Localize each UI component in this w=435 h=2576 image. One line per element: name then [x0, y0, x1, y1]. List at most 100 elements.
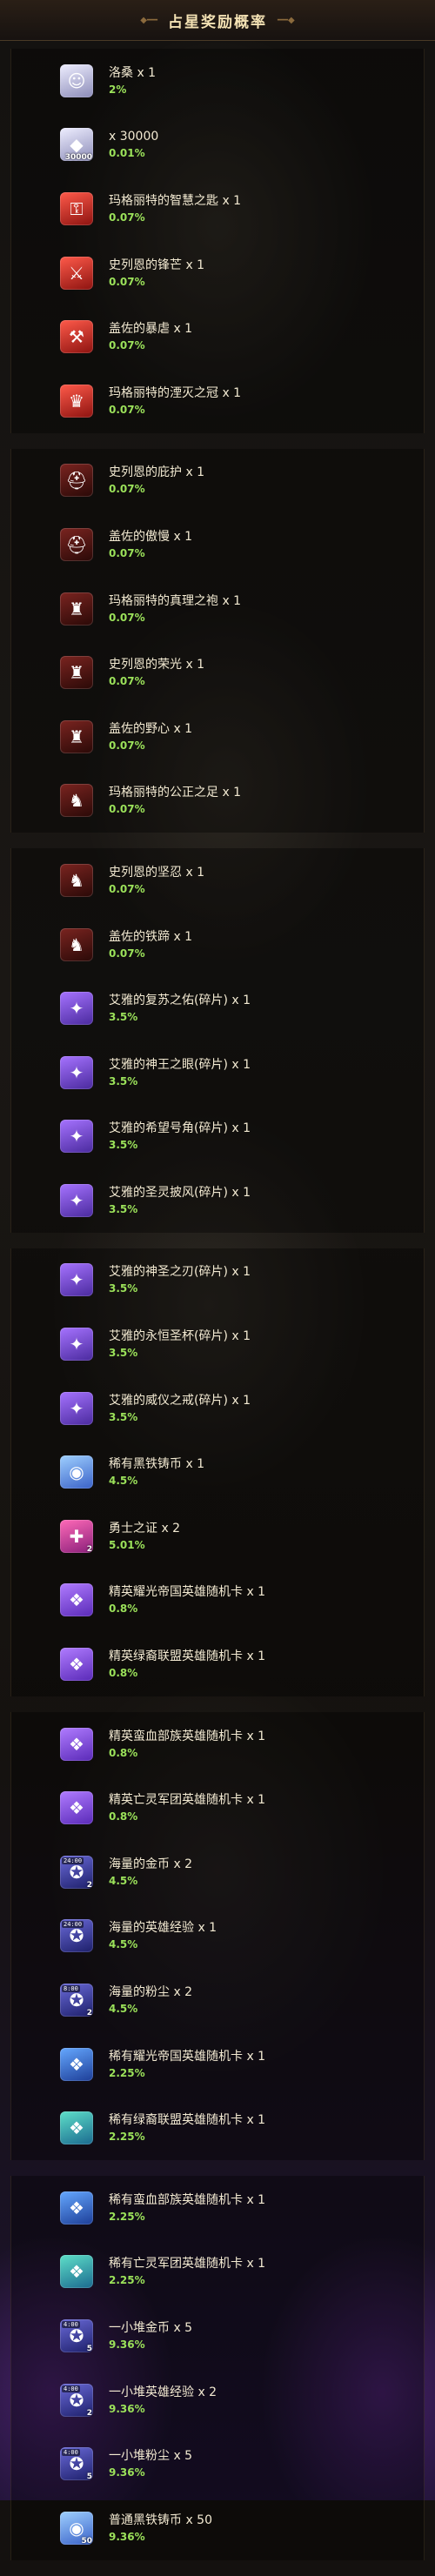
- reward-text: 海量的粉尘 x 2 4.5%: [109, 1984, 192, 2017]
- reward-name: 艾雅的神圣之刃(碎片) x 1: [109, 1265, 251, 1280]
- reward-name: 艾雅的希望号角(碎片) x 1: [109, 1121, 251, 1136]
- weapon-icon[interactable]: ⚒: [60, 320, 93, 354]
- card-icon[interactable]: ❖: [60, 2047, 93, 2081]
- reward-row: ✦ 艾雅的复苏之佑(碎片) x 1 3.5%: [11, 976, 424, 1040]
- icon-glyph: ✦: [69, 998, 84, 1020]
- crown-icon[interactable]: ♛: [60, 384, 93, 418]
- gold-coins-icon[interactable]: ✪ 24:00 2: [60, 1855, 93, 1890]
- icon-glyph: ✦: [69, 1189, 84, 1211]
- reward-text: 精英耀光帝国英雄随机卡 x 1 0.8%: [109, 1583, 265, 1616]
- icon-glyph: ❖: [69, 1589, 84, 1611]
- dust-icon[interactable]: ✪ 8:00 2: [60, 1984, 93, 2017]
- card-icon[interactable]: ❖: [60, 1727, 93, 1761]
- reward-text: 艾雅的威仪之戒(碎片) x 1 3.5%: [109, 1392, 251, 1425]
- coin-icon[interactable]: ◉: [60, 1455, 93, 1489]
- reward-name: 精英亡灵军团英雄随机卡 x 1: [109, 1793, 266, 1808]
- reward-probability: 0.8%: [109, 1746, 138, 1759]
- duration-tag: 4:00: [62, 2385, 80, 2392]
- boots-icon[interactable]: ♞: [60, 863, 93, 897]
- reward-name: 盖佐的暴虐 x 1: [109, 322, 193, 337]
- reward-row: ♞ 史列恩的坚忍 x 1 0.07%: [11, 848, 424, 913]
- helmet-icon[interactable]: ⛑: [60, 464, 93, 498]
- reward-text: 盖佐的铁蹄 x 1 0.07%: [109, 928, 192, 961]
- card-icon[interactable]: ❖: [60, 2255, 93, 2289]
- robe-icon[interactable]: ♜: [60, 592, 93, 626]
- badge-icon[interactable]: ✚ 2: [60, 1519, 93, 1554]
- key-icon[interactable]: ⚿: [60, 191, 93, 225]
- shard-icon[interactable]: ✦: [60, 1391, 93, 1425]
- shard-icon[interactable]: ✦: [60, 1183, 93, 1217]
- icon-glyph: ✦: [69, 1126, 84, 1147]
- icon-glyph: ✪: [69, 1861, 84, 1883]
- reward-text: 史列恩的坚忍 x 1 0.07%: [109, 864, 204, 897]
- reward-row: ♜ 玛格丽特的真理之袍 x 1 0.07%: [11, 577, 424, 641]
- icon-glyph: ⚔: [69, 262, 84, 284]
- reward-row: ❖ 精英蛮血部族英雄随机卡 x 1 0.8%: [11, 1712, 424, 1776]
- card-icon[interactable]: ❖: [60, 2111, 93, 2145]
- icon-glyph: ◉: [69, 1462, 84, 1483]
- reward-row: ✦ 艾雅的永恒圣杯(碎片) x 1 3.5%: [11, 1312, 424, 1376]
- reward-row: ❖ 稀有绿裔联盟英雄随机卡 x 1 2.25%: [11, 2096, 424, 2160]
- reward-probability-list[interactable]: ☺ 洛桑 x 1 2% ◆ 30000 x 30000 0.01% ⚿ 玛格丽特的智慧之匙 x …: [0, 43, 435, 2576]
- reward-probability: 5.01%: [109, 1538, 145, 1551]
- card-icon[interactable]: ❖: [60, 1648, 93, 1682]
- card-icon[interactable]: ❖: [60, 2191, 93, 2225]
- shard-icon[interactable]: ✦: [60, 992, 93, 1026]
- duration-tag: 4:00: [62, 2449, 80, 2457]
- icon-glyph: ✦: [69, 1334, 84, 1355]
- reward-text: 史列恩的锋芒 x 1 0.07%: [109, 257, 204, 290]
- quantity-badge: 2: [86, 1544, 92, 1554]
- card-icon[interactable]: ❖: [60, 1791, 93, 1825]
- reward-name: 史列恩的荣光 x 1: [109, 658, 205, 672]
- reward-text: 艾雅的希望号角(碎片) x 1 3.5%: [109, 1120, 251, 1153]
- reward-row: ♛ 玛格丽特的湮灭之冠 x 1 0.07%: [11, 369, 424, 433]
- character-icon[interactable]: ☺: [60, 64, 93, 97]
- icon-glyph: ❖: [69, 2118, 84, 2139]
- icon-glyph: ✪: [69, 2453, 84, 2475]
- quantity-badge: 5: [86, 2344, 92, 2353]
- reward-probability: 3.5%: [109, 1202, 138, 1215]
- reward-row: ♞ 玛格丽特的公正之足 x 1 0.07%: [11, 769, 424, 833]
- gold-coins-icon[interactable]: ✪ 4:00 5: [60, 2318, 93, 2353]
- boots-icon[interactable]: ♞: [60, 784, 93, 818]
- reward-probability: 2.25%: [109, 2066, 145, 2079]
- coin-icon[interactable]: ◉ 50: [60, 2511, 93, 2546]
- reward-name: 一小堆粉尘 x 5: [109, 2449, 193, 2464]
- experience-icon[interactable]: ✪ 4:00 2: [60, 2383, 93, 2418]
- reward-probability: 0.07%: [109, 882, 145, 895]
- icon-glyph: ♜: [69, 598, 84, 619]
- icon-glyph: ❖: [69, 1654, 84, 1676]
- reward-text: 盖佐的野心 x 1 0.07%: [109, 720, 192, 753]
- card-icon[interactable]: ❖: [60, 1583, 93, 1617]
- shard-icon[interactable]: ✦: [60, 1120, 93, 1154]
- diamond-icon[interactable]: ◆ 30000: [60, 128, 93, 162]
- helmet-icon[interactable]: ⛑: [60, 527, 93, 561]
- shard-icon[interactable]: ✦: [60, 1328, 93, 1362]
- reward-probability: 2.25%: [109, 2131, 145, 2144]
- icon-glyph: ♞: [69, 869, 84, 891]
- reward-probability: 9.36%: [109, 2402, 145, 2415]
- reward-name: 一小堆金币 x 5: [109, 2320, 193, 2335]
- shard-icon[interactable]: ✦: [60, 1055, 93, 1089]
- reward-row: ✦ 艾雅的希望号角(碎片) x 1 3.5%: [11, 1105, 424, 1169]
- boots-icon[interactable]: ♞: [60, 927, 93, 961]
- shard-icon[interactable]: ✦: [60, 1263, 93, 1297]
- icon-glyph: ✪: [69, 2325, 84, 2346]
- experience-icon[interactable]: ✪ 24:00: [60, 1919, 93, 1953]
- reward-probability: 3.5%: [109, 1074, 138, 1087]
- reward-probability: 3.5%: [109, 1347, 138, 1360]
- armor-icon[interactable]: ♜: [60, 719, 93, 753]
- dust-icon[interactable]: ✪ 4:00 5: [60, 2447, 93, 2481]
- reward-text: 稀有耀光帝国英雄随机卡 x 1 2.25%: [109, 2048, 265, 2081]
- icon-glyph: ✪: [69, 2389, 84, 2411]
- reward-probability: 0.8%: [109, 1667, 138, 1680]
- icon-glyph: ♞: [69, 790, 84, 812]
- duration-tag: 8:00: [62, 1985, 80, 1993]
- icon-glyph: ❖: [69, 2197, 84, 2218]
- reward-probability: 2.25%: [109, 2210, 145, 2223]
- quantity-badge: 2: [86, 2009, 92, 2018]
- reward-text: 艾雅的永恒圣杯(碎片) x 1 3.5%: [109, 1328, 251, 1361]
- armor-icon[interactable]: ♜: [60, 656, 93, 690]
- sword-icon[interactable]: ⚔: [60, 256, 93, 290]
- reward-group: ☺ 洛桑 x 1 2% ◆ 30000 x 30000 0.01% ⚿ 玛格丽特的智慧之匙 x …: [10, 49, 425, 433]
